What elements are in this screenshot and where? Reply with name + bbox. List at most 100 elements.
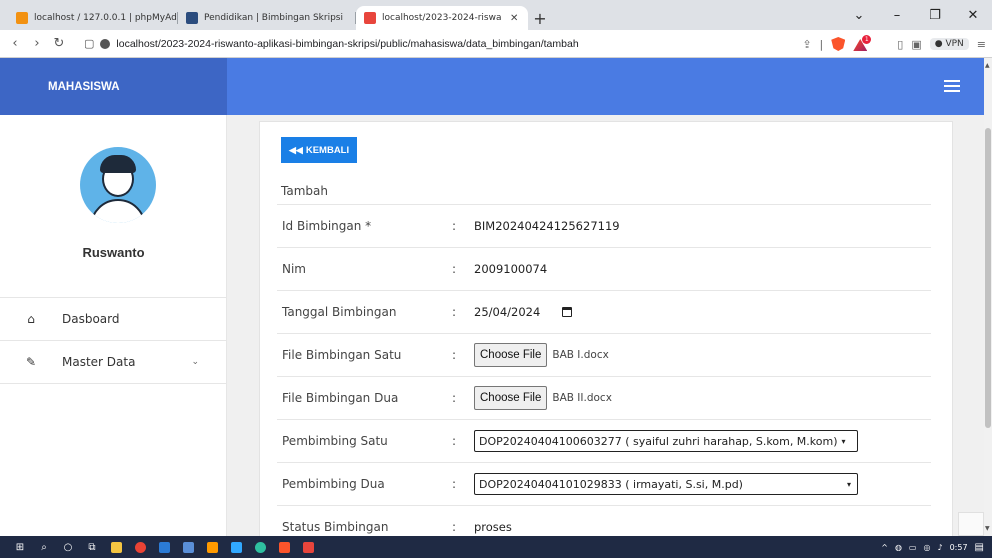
task-view-icon[interactable]: ⧉ <box>80 536 104 558</box>
tab-title: localhost / 127.0.0.1 | phpMyAdmin <box>34 13 178 23</box>
chevron-down-icon: ▾ <box>846 479 851 489</box>
tab-title: Pendidikan | Bimbingan Skripsi <box>204 13 343 23</box>
brave-taskbar-icon[interactable] <box>272 536 296 558</box>
new-tab-button[interactable]: + <box>528 6 552 30</box>
sidebar-item-master-data[interactable]: ✎ Master Data ⌄ <box>0 341 227 384</box>
id-bimbingan-value: BIM20240424125627119 <box>474 219 620 233</box>
status-value: proses <box>474 520 512 534</box>
back-button[interactable]: ◀◀ KEMBALI <box>281 137 358 163</box>
close-tab-icon[interactable]: ✕ <box>510 13 518 24</box>
form-card: ◀◀ KEMBALI Tambah Id Bimbingan * : BIM20… <box>259 121 953 536</box>
sidebar-item-dasboard[interactable]: ⌂ Dasboard <box>0 298 227 341</box>
language-icon[interactable]: ◎ <box>923 543 930 552</box>
field-status-bimbingan: Status Bimbingan : proses <box>277 505 931 536</box>
system-tray: ^ ◍ ▭ ◎ ♪ 0:57 ▤ <box>881 536 984 558</box>
file-explorer-icon[interactable] <box>104 536 128 558</box>
sidebar-brand: MAHASISWA <box>0 58 227 115</box>
file-name: BAB I.docx <box>552 349 609 361</box>
notification-icon[interactable]: ▤ <box>975 542 984 553</box>
vscode-icon[interactable] <box>152 536 176 558</box>
pembimbing-dua-select[interactable]: DOP20240404101029833 ( irmayati, S.si, M… <box>474 473 858 495</box>
hamburger-menu-icon[interactable] <box>944 80 960 92</box>
sidebar-menu: ⌂ Dasboard ✎ Master Data ⌄ <box>0 297 227 384</box>
field-file-bimbingan-dua: File Bimbingan Dua : Choose File BAB II.… <box>277 376 931 419</box>
form-rows: Id Bimbingan * : BIM20240424125627119 Ni… <box>277 204 931 536</box>
phpmyadmin-icon <box>16 12 28 24</box>
close-window-icon[interactable]: ✕ <box>954 0 992 30</box>
browser-taskbar-icon[interactable] <box>296 536 320 558</box>
minimize-icon[interactable]: – <box>878 0 916 30</box>
tab-title: localhost/2023-2024-riswanto-a <box>382 13 502 23</box>
field-id-bimbingan: Id Bimbingan * : BIM20240424125627119 <box>277 204 931 247</box>
vpn-button[interactable]: ● VPN <box>929 38 969 50</box>
graduation-cap-icon <box>186 12 198 24</box>
network-icon[interactable]: ◍ <box>895 543 902 552</box>
back-nav-icon[interactable]: ‹ <box>4 36 26 51</box>
url-field[interactable]: localhost/2023-2024-riswanto-aplikasi-bi… <box>100 37 579 50</box>
reload-icon[interactable]: ↻ <box>48 36 70 51</box>
sidebar-toggle-icon[interactable]: ▯ <box>897 38 903 51</box>
username: Ruswanto <box>82 245 145 260</box>
brave-shields-icon[interactable] <box>831 37 846 51</box>
pembimbing-satu-select[interactable]: DOP20240404100603277 ( syaiful zuhri har… <box>474 430 858 452</box>
windows-start-icon[interactable]: ⊞ <box>8 536 32 558</box>
field-tanggal-bimbingan: Tanggal Bimbingan : 25/04/2024 <box>277 290 931 333</box>
site-favicon-icon <box>364 12 376 24</box>
scroll-down-icon[interactable]: ▼ <box>985 525 990 532</box>
chrome-icon[interactable] <box>128 536 152 558</box>
date-input[interactable]: 25/04/2024 <box>474 305 573 319</box>
top-navbar <box>227 58 984 115</box>
window-controls: ⌄ – ❐ ✕ <box>840 0 992 30</box>
cortana-icon[interactable]: ○ <box>56 536 80 558</box>
volume-icon[interactable]: ♪ <box>937 543 942 552</box>
field-pembimbing-satu: Pembimbing Satu : DOP20240404100603277 (… <box>277 419 931 462</box>
sidebar-item-label: Dasboard <box>62 312 120 326</box>
url-text: localhost/2023-2024-riswanto-aplikasi-bi… <box>116 37 579 50</box>
search-icon[interactable]: ⌕ <box>32 536 56 558</box>
brand-title: MAHASISWA <box>48 80 120 93</box>
file-name: BAB II.docx <box>552 392 612 404</box>
wallet-icon[interactable]: ▣ <box>911 38 921 51</box>
restore-icon[interactable]: ❐ <box>916 0 954 30</box>
field-nim: Nim : 2009100074 <box>277 247 931 290</box>
browser-tab-strip: localhost / 127.0.0.1 | phpMyAdmin Pendi… <box>0 0 992 30</box>
nim-value: 2009100074 <box>474 262 548 276</box>
avatar <box>80 147 156 223</box>
chevron-up-icon[interactable]: ^ <box>881 543 888 552</box>
forward-nav-icon[interactable]: › <box>26 36 48 51</box>
clock[interactable]: 0:57 <box>950 543 968 552</box>
tab-active[interactable]: localhost/2023-2024-riswanto-a ✕ <box>356 6 528 30</box>
double-left-arrow-icon: ◀◀ <box>289 144 303 155</box>
tab-phpmyadmin[interactable]: localhost / 127.0.0.1 | phpMyAdmin <box>8 6 178 30</box>
illustrator-icon[interactable] <box>200 536 224 558</box>
address-bar-actions: ⇪ | ▯ ▣ ● VPN ≡ <box>802 30 986 58</box>
main-content: ◀◀ KEMBALI Tambah Id Bimbingan * : BIM20… <box>227 115 984 536</box>
bookmark-icon[interactable]: ▢ <box>84 37 94 50</box>
app-icon[interactable] <box>176 536 200 558</box>
tab-pendidikan[interactable]: Pendidikan | Bimbingan Skripsi <box>178 6 356 30</box>
menu-icon[interactable]: ≡ <box>977 38 986 51</box>
choose-file-button[interactable]: Choose File <box>474 386 548 410</box>
calendar-icon[interactable] <box>562 307 573 317</box>
home-icon: ⌂ <box>27 312 35 326</box>
windows-taskbar: ⊞ ⌕ ○ ⧉ ^ ◍ ▭ ◎ ♪ 0:57 ▤ <box>0 536 992 558</box>
page-scrollbar[interactable]: ▲ ▼ <box>984 58 992 536</box>
scroll-to-top-button[interactable] <box>958 512 984 536</box>
tab-list-icon[interactable]: ⌄ <box>840 0 878 30</box>
site-info-icon[interactable] <box>100 38 111 49</box>
chevron-down-icon: ⌄ <box>191 357 199 367</box>
edge-icon[interactable] <box>248 536 272 558</box>
photoshop-icon[interactable] <box>224 536 248 558</box>
scrollbar-thumb[interactable] <box>985 128 991 428</box>
brave-rewards-icon[interactable] <box>853 35 872 51</box>
chevron-down-icon: ▾ <box>841 436 846 446</box>
share-icon[interactable]: ⇪ <box>802 38 811 51</box>
form-title: Tambah <box>281 184 328 198</box>
sidebar: Ruswanto ⌂ Dasboard ✎ Master Data ⌄ <box>0 115 227 536</box>
battery-icon[interactable]: ▭ <box>909 543 917 552</box>
scroll-up-icon[interactable]: ▲ <box>985 62 990 69</box>
field-pembimbing-dua: Pembimbing Dua : DOP20240404101029833 ( … <box>277 462 931 505</box>
sidebar-item-label: Master Data <box>62 355 136 369</box>
choose-file-button[interactable]: Choose File <box>474 343 548 367</box>
edit-icon: ✎ <box>25 355 37 369</box>
